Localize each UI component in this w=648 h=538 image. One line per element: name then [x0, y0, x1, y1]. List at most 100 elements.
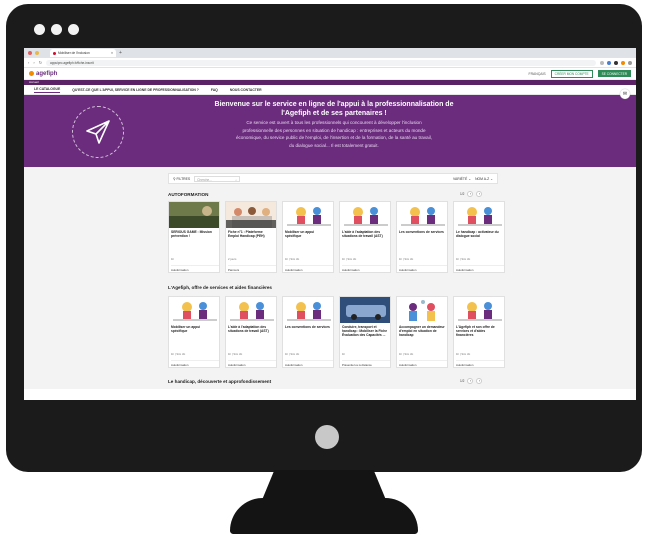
course-card[interactable]: Conduire, transport et handicap : Mobili… [339, 296, 391, 368]
search-icon[interactable]: ⌕ [235, 177, 237, 182]
hero-title: Bienvenue sur le service en ligne de l'a… [214, 101, 454, 117]
site-header: agefiph FRANÇAIS CRÉER MON COMPTE SE CON… [24, 68, 636, 80]
profile-icon[interactable] [621, 60, 625, 65]
course-title: Le handicap : activateur du dialogue soc… [456, 230, 499, 239]
section-pager: 1/2 ‹ › [460, 378, 483, 384]
course-duration: 1h | Sim tôt [399, 352, 414, 356]
course-thumbnail [226, 202, 276, 228]
course-duration: 1h | Sim tôt [342, 257, 357, 261]
window-dots [34, 24, 79, 35]
hero-description: Ce service est ouvert à tous les profess… [235, 120, 433, 148]
reload-icon[interactable]: ↻ [39, 60, 42, 65]
star-icon[interactable] [600, 60, 604, 65]
course-thumbnail [454, 297, 504, 323]
webcam-button [315, 425, 339, 449]
site-logo[interactable]: agefiph [29, 71, 57, 77]
paper-plane-icon [72, 106, 124, 158]
course-title: Les conventions de services [399, 230, 444, 234]
next-page-button[interactable]: › [476, 378, 483, 384]
course-title: L'aide à l'adaptation des situations de … [342, 230, 383, 239]
nav-contact[interactable]: NOUS CONTACTER [230, 88, 262, 92]
course-card[interactable]: Accompagner un demandeur d'emploi en sit… [396, 296, 448, 368]
course-thumbnail [283, 297, 333, 323]
course-duration: 1h [171, 257, 175, 261]
favicon-icon [53, 51, 56, 55]
back-icon[interactable]: ‹ [28, 60, 29, 65]
monitor-frame: Mobiliser de l'inclusion × + ‹ › ↻ appui… [6, 4, 642, 472]
course-title: SERIOUS GAME : Mission prévention ! [171, 230, 212, 239]
course-type-tag: Autoformation [456, 360, 504, 367]
course-type-tag: Autoformation [399, 360, 447, 367]
course-duration: 1h | Sim tôt [399, 257, 414, 261]
course-type-tag: Autoformation [342, 265, 390, 272]
sort-label: NOM A-Z [475, 176, 490, 181]
course-title: Mobiliser un appui spécifique [171, 325, 201, 334]
monitor-stand-neck [262, 470, 386, 500]
catalogue-content: ⚲ FILTRES Cherche... ⌕ VARIÉTÉ ⌄ NOM A-Z… [24, 167, 636, 389]
prev-page-button[interactable]: ‹ [467, 191, 474, 197]
tab-close-icon[interactable]: × [111, 51, 113, 55]
logo-icon [29, 71, 34, 76]
course-type-tag: Présentiel ou à distance [342, 360, 390, 367]
minimize-window-icon[interactable] [35, 51, 39, 55]
screen: Mobiliser de l'inclusion × + ‹ › ↻ appui… [24, 48, 636, 400]
course-duration: 1h | Sim tôt [285, 352, 300, 356]
course-thumbnail [169, 202, 219, 228]
course-duration: 1h | Sim tôt [228, 352, 243, 356]
course-card[interactable]: Le handicap : activateur du dialogue soc… [453, 201, 505, 273]
forward-icon[interactable]: › [33, 60, 34, 65]
page-indicator: 1/2 [460, 379, 465, 383]
header-actions: FRANÇAIS CRÉER MON COMPTE SE CONNECTER [529, 69, 631, 78]
section-pager: 1/2 ‹ › [460, 191, 483, 197]
close-window-icon[interactable] [28, 51, 32, 55]
course-card[interactable]: Fiche n°1 : Plateforme Emploi Handicap (… [225, 201, 277, 273]
filters-button[interactable]: ⚲ FILTRES [173, 177, 190, 181]
create-account-button[interactable]: CRÉER MON COMPTE [550, 69, 593, 78]
course-card[interactable]: SERIOUS GAME : Mission prévention ! 1h Aut… [168, 201, 220, 273]
course-title: L'aide à l'adaptation des situations de … [228, 325, 269, 334]
sort-dropdown[interactable]: NOM A-Z ⌄ [475, 177, 493, 181]
nav-catalogue[interactable]: LE CATALOGUE [34, 87, 61, 93]
filters-label: FILTRES [176, 176, 191, 181]
course-type-tag: Autoformation [456, 265, 504, 272]
search-input[interactable]: Cherche... ⌕ [194, 175, 241, 182]
variety-dropdown[interactable]: VARIÉTÉ ⌄ [453, 177, 471, 181]
nav-faq[interactable]: FAQ [211, 88, 218, 92]
extension-icon[interactable] [607, 60, 611, 65]
course-title: Conduire, transport et handicap : Mobili… [342, 325, 388, 338]
course-type-tag: Autoformation [228, 360, 276, 367]
course-card[interactable]: Mobiliser un appui spécifique 1h | Sim tô… [168, 296, 220, 368]
url-input[interactable]: appuipro.agefiph.fr/fiche-inscrit [46, 59, 596, 66]
course-card[interactable]: Les conventions de services 1h | Sim tôt A… [396, 201, 448, 273]
dot-icon [51, 24, 62, 35]
course-card[interactable]: L'aide à l'adaptation des situations de … [339, 201, 391, 273]
monitor-mockup: Mobiliser de l'inclusion × + ‹ › ↻ appui… [0, 0, 648, 538]
browser-tab[interactable]: Mobiliser de l'inclusion × [50, 49, 116, 57]
new-tab-icon[interactable]: + [119, 50, 122, 56]
course-card[interactable]: L'Agefiph et son offre de services et d'… [453, 296, 505, 368]
course-thumbnail [397, 297, 447, 323]
course-card[interactable]: Mobiliser un appui spécifique 1h | Sim tô… [282, 201, 334, 273]
search-placeholder: Cherche... [197, 177, 212, 182]
chat-button[interactable]: ✉ [620, 89, 630, 99]
course-type-tag: Autoformation [399, 265, 447, 272]
course-card[interactable]: L'aide à l'adaptation des situations de … [225, 296, 277, 368]
extension-icon[interactable] [614, 60, 618, 65]
next-page-button[interactable]: › [476, 191, 483, 197]
course-card[interactable]: Les conventions de services 1h | Sim tôt A… [282, 296, 334, 368]
page-indicator: 1/2 [460, 192, 465, 196]
main-nav: LE CATALOGUE QU'EST-CE QUE L'APPUI, SERV… [24, 85, 636, 95]
tab-title: Mobiliser de l'inclusion [58, 51, 90, 55]
nav-about[interactable]: QU'EST-CE QUE L'APPUI, SERVICE EN LIGNE … [72, 88, 199, 92]
course-thumbnail [340, 297, 390, 323]
variety-label: VARIÉTÉ [453, 176, 468, 181]
course-title: Accompagner un demandeur d'emploi en sit… [399, 325, 445, 338]
monitor-stand-base [230, 498, 418, 534]
prev-page-button[interactable]: ‹ [467, 378, 474, 384]
menu-icon[interactable] [628, 60, 632, 65]
course-thumbnail [169, 297, 219, 323]
course-duration: 2 jours [228, 257, 237, 261]
section-title: Le handicap, découverte et approfondisse… [168, 379, 272, 384]
login-button[interactable]: SE CONNECTER [597, 70, 631, 77]
language-select[interactable]: FRANÇAIS [529, 72, 546, 76]
